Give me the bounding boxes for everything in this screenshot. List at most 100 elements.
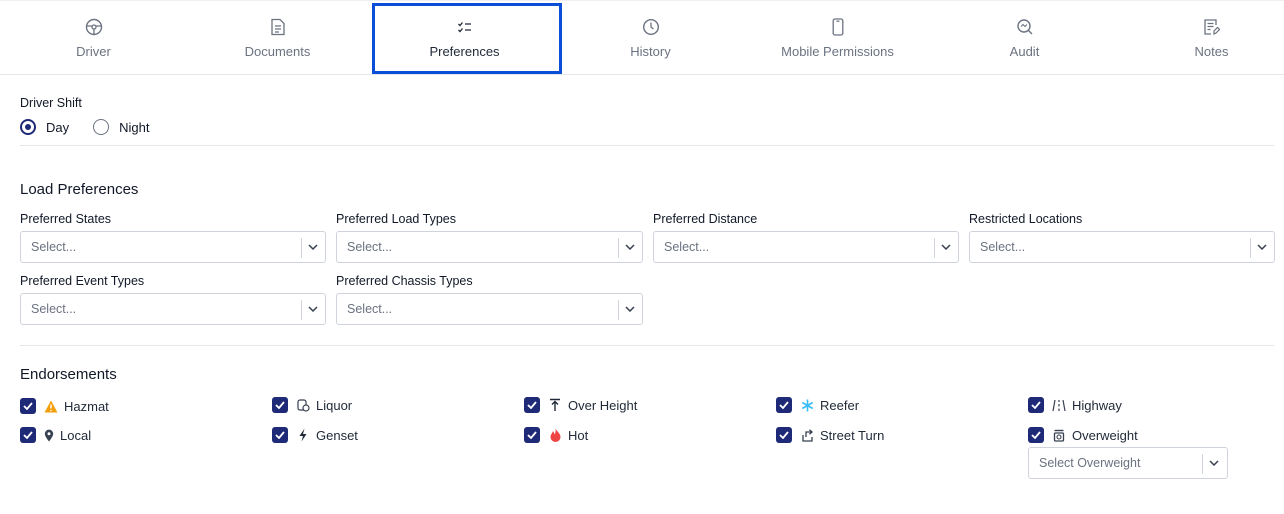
preferred-event-types-label: Preferred Event Types [20,274,145,288]
restricted-locations-select[interactable]: Select... [969,231,1275,263]
reefer-checkbox[interactable] [776,397,792,413]
endorsement-label: Hazmat [64,398,109,414]
radio-day-label: Day [46,119,70,135]
tab-driver[interactable]: Driver [0,1,187,75]
endorsement-label: Street Turn [820,427,885,443]
endorsement-label: Overweight [1072,427,1138,443]
document-icon [268,17,288,37]
tab-documents[interactable]: Documents [184,1,371,75]
endorsement-label: Genset [316,427,358,443]
chevron-down-icon[interactable] [1255,240,1269,254]
chevron-down-icon[interactable] [939,240,953,254]
tab-label: History [630,44,671,59]
weight-icon [1052,428,1066,442]
select-placeholder: Select... [664,240,710,254]
endorsement-highway: Highway [1028,396,1122,414]
endorsement-hot: Hot [524,426,588,444]
lightning-icon [296,428,310,442]
select-separator [1202,454,1203,474]
tab-label: Audit [1009,44,1040,59]
preferred-chassis-types-select[interactable]: Select... [336,293,643,325]
select-placeholder: Select... [31,240,77,254]
tab-history[interactable]: History [557,1,744,75]
tab-label: Mobile Permissions [781,44,894,59]
location-pin-icon [42,428,56,442]
radio-night-label: Night [119,119,150,135]
endorsement-reefer: Reefer [776,396,859,414]
preferred-distance-label: Preferred Distance [653,212,758,226]
chevron-down-icon[interactable] [623,302,637,316]
liquor-checkbox[interactable] [272,397,288,413]
flame-icon [548,428,562,442]
preferred-distance-select[interactable]: Select... [653,231,959,263]
chevron-down-icon[interactable] [306,302,320,316]
divider [20,145,1274,146]
select-placeholder: Select... [980,240,1026,254]
endorsement-street-turn: Street Turn [776,426,884,444]
select-separator [301,300,302,320]
restricted-locations-label: Restricted Locations [969,212,1083,226]
endorsement-hazmat: Hazmat [20,397,109,415]
history-icon [641,17,661,37]
tab-bar: Driver Documents Preferences History Mob… [0,0,1284,75]
endorsement-liquor: Liquor [272,396,352,414]
warning-icon [44,399,58,413]
highway-icon [1052,398,1066,412]
preferred-states-label: Preferred States [20,212,112,226]
audit-icon [1015,17,1035,37]
tab-preferences[interactable]: Preferences [371,1,558,75]
tab-mobile-permissions[interactable]: Mobile Permissions [744,1,931,75]
hot-checkbox[interactable] [524,427,540,443]
driver-shift-label: Driver Shift [20,96,82,110]
divider [20,345,1274,346]
preferred-states-select[interactable]: Select... [20,231,326,263]
radio-night[interactable] [93,119,110,135]
street-turn-icon [800,428,814,442]
highway-checkbox[interactable] [1028,397,1044,413]
endorsement-local: Local [20,426,91,444]
endorsement-label: Reefer [820,397,860,413]
endorsement-label: Hot [568,427,589,443]
over-height-icon [548,398,562,412]
tab-label: Driver [76,44,111,59]
local-checkbox[interactable] [20,427,36,443]
over-height-checkbox[interactable] [524,397,540,413]
endorsement-overweight: Overweight [1028,426,1138,444]
select-placeholder: Select... [347,240,393,254]
genset-checkbox[interactable] [272,427,288,443]
overweight-select[interactable]: Select Overweight [1028,447,1228,479]
chevron-down-icon[interactable] [306,240,320,254]
chevron-down-icon[interactable] [623,240,637,254]
endorsement-label: Liquor [316,397,353,413]
select-placeholder: Select Overweight [1039,456,1141,470]
overweight-checkbox[interactable] [1028,427,1044,443]
select-separator [618,238,619,258]
tab-label: Notes [1194,44,1229,59]
radio-day[interactable] [20,119,36,135]
select-separator [618,300,619,320]
endorsement-label: Highway [1072,397,1122,413]
mobile-icon [828,17,848,37]
preferred-chassis-types-label: Preferred Chassis Types [336,274,473,288]
tab-notes[interactable]: Notes [1118,1,1284,75]
endorsements-title: Endorsements [20,366,117,383]
select-separator [301,238,302,258]
notes-icon [1202,17,1222,37]
street-turn-checkbox[interactable] [776,427,792,443]
driver-shift-radio-group: Day Night [20,119,149,135]
chevron-down-icon[interactable] [1207,456,1221,470]
load-preferences-title: Load Preferences [20,181,139,198]
hazmat-checkbox[interactable] [20,398,36,414]
endorsement-label: Over Height [568,397,638,413]
preferred-event-types-select[interactable]: Select... [20,293,326,325]
preferred-load-types-select[interactable]: Select... [336,231,643,263]
select-placeholder: Select... [31,302,77,316]
preferred-load-types-label: Preferred Load Types [336,212,456,226]
endorsement-over-height: Over Height [524,396,637,414]
tab-audit[interactable]: Audit [931,1,1118,75]
liquor-icon [296,398,310,412]
checklist-icon [455,17,475,37]
tab-label: Documents [244,44,311,59]
tab-label: Preferences [429,44,500,59]
snowflake-icon [800,398,814,412]
